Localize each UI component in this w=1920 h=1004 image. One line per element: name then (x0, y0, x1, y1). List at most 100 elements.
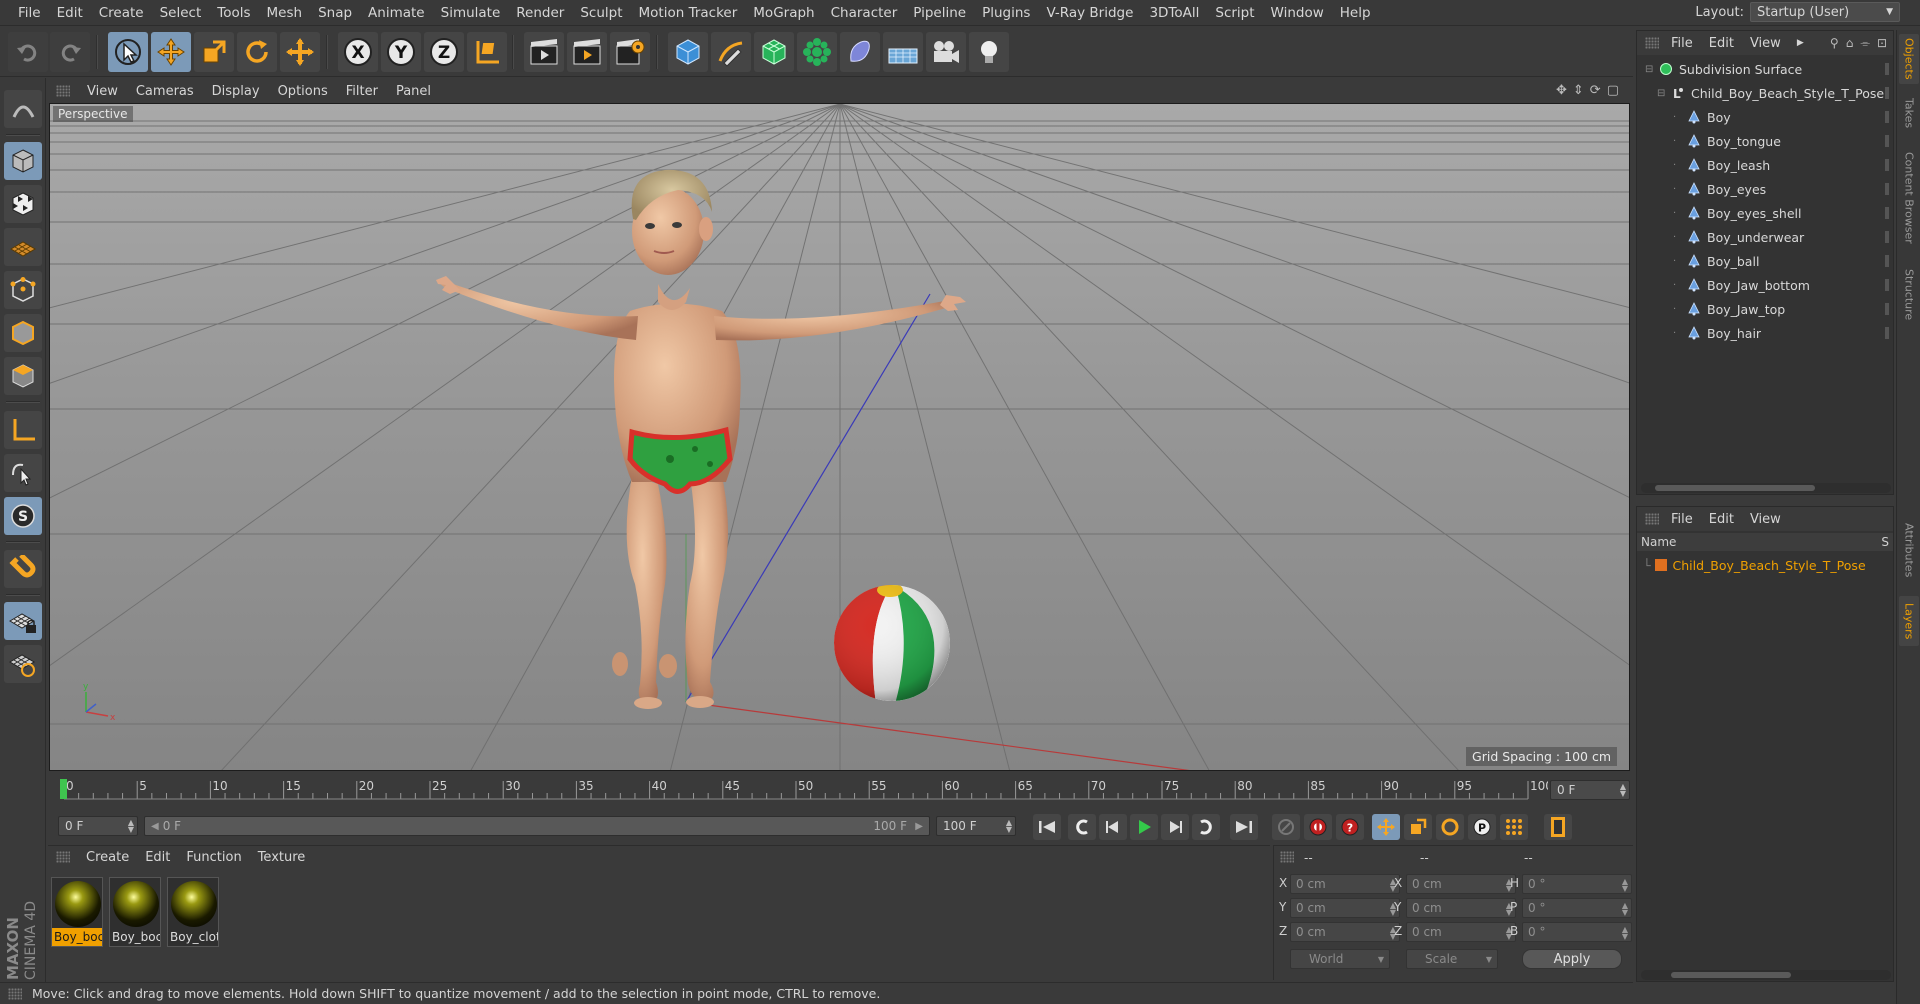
coordinate-space-dropdown[interactable]: World ▼ (1290, 949, 1390, 969)
visibility-dots-icon[interactable] (1885, 63, 1889, 75)
motion-record-icon[interactable] (1272, 814, 1300, 840)
material-swatch[interactable]: Boy_boc (51, 877, 103, 947)
tab-attributes[interactable]: Attributes (1899, 510, 1919, 590)
spin-arrows-icon[interactable]: ▲ ▼ (1620, 783, 1626, 798)
rot-h-field[interactable]: 0 ° ▲ ▼ (1522, 874, 1632, 894)
menu-3dtoall[interactable]: 3DToAll (1141, 5, 1207, 21)
tab-content-browser[interactable]: Content Browser (1899, 142, 1919, 254)
new-window-icon[interactable]: ⊡ (1877, 36, 1887, 51)
layer-name-column[interactable]: Name (1641, 535, 1676, 549)
size-x-field[interactable]: 0 cm ▲ ▼ (1406, 874, 1516, 894)
key-point-level-icon[interactable] (1500, 814, 1528, 840)
move-icon[interactable] (151, 32, 191, 72)
material-menu-edit[interactable]: Edit (137, 850, 178, 865)
pos-z-field[interactable]: 0 cm ▲ ▼ (1290, 922, 1400, 942)
menu-character[interactable]: Character (823, 5, 906, 21)
light-icon[interactable] (969, 32, 1009, 72)
viewport-menu-filter[interactable]: Filter (337, 84, 387, 99)
render-picture-viewer-icon[interactable] (567, 32, 607, 72)
timeline-window-icon[interactable] (1544, 814, 1572, 840)
tree-toggle-icon[interactable]: ⊟ (1645, 64, 1657, 75)
planar-workplane-icon[interactable] (4, 645, 42, 683)
object-row[interactable]: · Boy_eyes (1637, 177, 1893, 201)
menu-pipeline[interactable]: Pipeline (905, 5, 974, 21)
coordinate-system-icon[interactable] (467, 32, 507, 72)
menu-motion-tracker[interactable]: Motion Tracker (631, 5, 746, 21)
menu-mograph[interactable]: MoGraph (745, 5, 822, 21)
spin-arrows-icon[interactable]: ▲ ▼ (128, 819, 134, 834)
menu-render[interactable]: Render (508, 5, 572, 21)
start-frame-field[interactable]: 0 F ▲ ▼ (58, 816, 138, 836)
objects-menu-view[interactable]: View (1742, 36, 1789, 51)
tab-objects[interactable]: Objects (1899, 34, 1919, 84)
snap-icon[interactable]: S (4, 497, 42, 535)
object-row[interactable]: ⊟ Subdivision Surface (1637, 57, 1893, 81)
layout-dropdown[interactable]: Startup (User) ▼ (1750, 2, 1900, 22)
object-manager-scrollbar[interactable] (1641, 483, 1891, 493)
home-icon[interactable]: ⌂ (1846, 36, 1854, 51)
menu-snap[interactable]: Snap (310, 5, 360, 21)
menu-tools[interactable]: Tools (209, 5, 258, 21)
visibility-dots-icon[interactable] (1885, 183, 1889, 195)
viewport-menu-display[interactable]: Display (203, 84, 269, 99)
menu-animate[interactable]: Animate (360, 5, 433, 21)
key-rotation-icon[interactable] (1436, 814, 1464, 840)
material-menu-texture[interactable]: Texture (250, 850, 314, 865)
menu-file[interactable]: File (10, 5, 49, 21)
playhead[interactable] (60, 779, 67, 799)
pen-icon[interactable] (711, 32, 751, 72)
magnet-icon[interactable] (4, 550, 42, 588)
rotate-view-icon[interactable]: ⟳ (1590, 83, 1601, 98)
tweak-icon[interactable] (4, 454, 42, 492)
menu-mesh[interactable]: Mesh (259, 5, 311, 21)
material-menu-create[interactable]: Create (78, 850, 137, 865)
layer-manager-scrollbar[interactable] (1641, 970, 1891, 980)
panel-grip-icon[interactable] (1645, 37, 1659, 49)
frame-range-slider[interactable]: ◀ 0 F 100 F ▶ (144, 816, 930, 836)
autokeying-icon[interactable]: ? (1336, 814, 1364, 840)
search-icon[interactable]: ⚲ (1830, 36, 1839, 51)
menu-plugins[interactable]: Plugins (974, 5, 1038, 21)
visibility-dots-icon[interactable] (1885, 327, 1889, 339)
object-row[interactable]: · Boy_Jaw_bottom (1637, 273, 1893, 297)
toggle-view-icon[interactable]: ▢ (1607, 83, 1619, 98)
edges-mode-icon[interactable] (4, 314, 42, 352)
objects-menu-edit[interactable]: Edit (1701, 36, 1742, 51)
texture-mode-icon[interactable] (4, 185, 42, 223)
panel-grip-icon[interactable] (56, 85, 70, 97)
redo-icon[interactable] (50, 32, 90, 72)
scrollbar-thumb[interactable] (1655, 485, 1815, 491)
scale-icon[interactable] (194, 32, 234, 72)
menu-edit[interactable]: Edit (49, 5, 91, 21)
go-to-start-icon[interactable] (1033, 814, 1061, 840)
menu-create[interactable]: Create (91, 5, 152, 21)
visibility-dots-icon[interactable] (1885, 111, 1889, 123)
menu-window[interactable]: Window (1263, 5, 1332, 21)
cloner-icon[interactable] (797, 32, 837, 72)
next-keyframe-icon[interactable] (1192, 814, 1220, 840)
object-row[interactable]: · Boy_underwear (1637, 225, 1893, 249)
scrollbar-thumb[interactable] (1671, 972, 1791, 978)
key-parameter-icon[interactable]: P (1468, 814, 1496, 840)
layer-color-swatch[interactable] (1654, 559, 1667, 571)
3d-viewport[interactable]: y x Perspective Grid Spacing : 100 cm (49, 103, 1630, 771)
size-mode-dropdown[interactable]: Scale ▼ (1406, 949, 1498, 969)
polygons-mode-icon[interactable] (4, 357, 42, 395)
size-y-field[interactable]: 0 cm ▲ ▼ (1406, 898, 1516, 918)
enable-axis-icon[interactable] (4, 411, 42, 449)
x-axis-icon[interactable]: X (338, 32, 378, 72)
make-editable-icon[interactable] (4, 90, 42, 128)
dolly-view-icon[interactable]: ⇕ (1573, 83, 1584, 98)
menu-sculpt[interactable]: Sculpt (572, 5, 630, 21)
y-axis-icon[interactable]: Y (381, 32, 421, 72)
object-row[interactable]: · Boy_tongue (1637, 129, 1893, 153)
rotate-icon[interactable] (237, 32, 277, 72)
viewport-menu-view[interactable]: View (78, 84, 127, 99)
rot-b-field[interactable]: 0 ° ▲ ▼ (1522, 922, 1632, 942)
visibility-dots-icon[interactable] (1885, 231, 1889, 243)
go-to-end-icon[interactable] (1230, 814, 1258, 840)
viewport-menu-options[interactable]: Options (269, 84, 337, 99)
visibility-dots-icon[interactable] (1885, 207, 1889, 219)
subdivision-surface-icon[interactable] (754, 32, 794, 72)
add-icon[interactable] (280, 32, 320, 72)
